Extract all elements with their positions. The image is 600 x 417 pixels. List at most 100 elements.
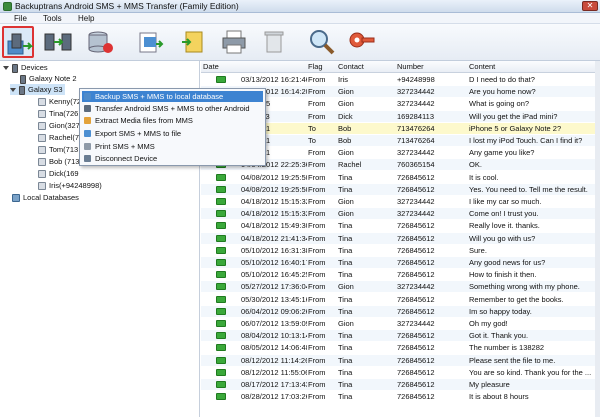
table-row[interactable]: 05/27/2012 17:36:04 From Gion 327234442 Some… [201, 281, 600, 293]
tree-local-databases[interactable]: Local Databases [12, 192, 79, 203]
cell-number: 726845612 [397, 270, 435, 280]
cell-contact: Tina [338, 367, 353, 377]
cell-flag: From [308, 343, 326, 353]
table-row[interactable]: 08/05/2012 14:06:48 From Tina 726845612 The … [201, 342, 600, 353]
cell-number: 726845612 [397, 184, 435, 194]
settings-button[interactable] [346, 26, 378, 58]
table-row[interactable]: 05/10/2012 16:45:25 From Tina 726845612 How … [201, 269, 600, 280]
tree-contact[interactable]: Bob (713 [38, 156, 79, 167]
transfer-icon [84, 105, 91, 112]
database-button[interactable] [84, 26, 116, 58]
devices-label: Devices [21, 63, 48, 72]
cell-content: My pleasure [469, 380, 510, 389]
cell-contact: Gion [338, 99, 354, 109]
export-button[interactable] [134, 26, 166, 58]
delete-button[interactable] [258, 26, 290, 58]
table-row[interactable]: 04/18/2012 15:15:32 From Gion 327234442 I li… [201, 196, 600, 207]
table-row[interactable]: 05/30/2012 13:45:16 From Tina 726845612 Reme… [201, 294, 600, 305]
column-date[interactable]: Date [203, 61, 219, 73]
search-button[interactable] [306, 26, 338, 58]
cell-contact: Gion [338, 87, 354, 97]
sms-icon [216, 76, 226, 83]
table-row[interactable]: 08/17/2012 17:13:43 From Tina 726845612 My p… [201, 379, 600, 390]
print-icon [222, 30, 246, 54]
table-row[interactable]: 05/10/2012 16:40:17 From Tina 726845612 Any … [201, 257, 600, 268]
table-row[interactable]: 05/10/2012 16:31:38 From Tina 726845612 Sure… [201, 245, 600, 256]
expand-icon[interactable] [3, 66, 9, 71]
import-button[interactable] [178, 26, 210, 58]
contact-icon [38, 170, 46, 179]
contact-icon [38, 134, 46, 143]
menu-help[interactable]: Help [78, 13, 94, 24]
table-row[interactable]: 08/28/2012 17:03:26 From Tina 726845612 It i… [201, 391, 600, 402]
cell-flag: From [308, 367, 326, 377]
cell-content: I like my car so much. [469, 197, 542, 206]
cell-contact: Tina [338, 294, 353, 304]
tree-contact[interactable]: Kenny(72 [38, 96, 81, 107]
cell-contact: Rachel [338, 160, 362, 170]
tree-contact[interactable]: Gion(327 [38, 120, 80, 131]
menu-export-to-file[interactable]: Export SMS + MMS to file [82, 128, 263, 139]
column-number[interactable]: Number [397, 61, 424, 73]
menu-label: Disconnect Device [95, 154, 158, 163]
menu-file[interactable]: File [14, 13, 27, 24]
menu-transfer-to-android[interactable]: Transfer Android SMS + MMS to other Andr… [82, 103, 263, 114]
tree-device-galaxy-note-2[interactable]: Galaxy Note 2 [20, 73, 77, 84]
close-button[interactable]: ✕ [582, 1, 598, 11]
menu-disconnect[interactable]: Disconnect Device [82, 153, 263, 164]
table-row[interactable]: 08/12/2012 11:14:26 From Tina 726845612 Plea… [201, 354, 600, 366]
cell-number: 327234442 [397, 99, 435, 109]
contact-label: Tom(713 [49, 145, 79, 154]
table-row[interactable]: 08/12/2012 11:55:06 From Tina 726845612 You … [201, 367, 600, 378]
sms-icon [216, 246, 226, 254]
scrollbar[interactable] [595, 61, 600, 417]
context-menu: Backup SMS + MMS to local database Trans… [79, 88, 266, 166]
cell-date: 08/12/2012 11:55:06 [241, 367, 307, 377]
table-row[interactable]: 04/18/2012 21:41:34 From Tina 726845612 Will… [201, 232, 600, 244]
column-flag[interactable]: Flag [308, 61, 323, 73]
contact-icon [38, 146, 46, 155]
cell-number: 713476264 [397, 123, 435, 133]
tree-contact[interactable]: Rachel(7 [38, 132, 79, 143]
table-row[interactable]: 04/18/2012 15:49:30 From Tina 726845612 Real… [201, 220, 600, 231]
cell-date: 04/08/2012 19:25:50 [241, 172, 307, 182]
cell-date: 08/12/2012 11:14:26 [241, 355, 307, 365]
menu-tools[interactable]: Tools [43, 13, 62, 24]
table-row[interactable]: 04/08/2012 19:25:50 From Tina 726845612 It i… [201, 172, 600, 183]
cell-content: Will you go with us? [469, 233, 536, 243]
tree-contact[interactable]: Tina(726 [38, 108, 78, 119]
table-row[interactable]: 04/08/2012 19:25:50 From Tina 726845612 Yes.… [201, 183, 600, 195]
backup-phone-button[interactable] [2, 26, 34, 58]
tree-contact[interactable]: Tom(713 [38, 144, 78, 155]
tree-contact[interactable]: Iris(+94248998) [38, 180, 102, 191]
table-row[interactable]: 03/13/2012 16:21:46 From Iris +94248998 D I … [201, 74, 600, 85]
table-row[interactable]: 06/07/2012 13:59:09 From Gion 327234442 Oh m… [201, 318, 600, 329]
cell-flag: From [308, 172, 326, 182]
table-row[interactable]: 08/04/2012 10:13:14 From Tina 726845612 Got … [201, 330, 600, 342]
cell-number: 726845612 [397, 367, 435, 377]
cell-content: Are you home now? [469, 87, 536, 97]
tree-device-galaxy-s3[interactable]: Galaxy S3 [10, 84, 65, 95]
contact-icon [38, 122, 46, 131]
column-content[interactable]: Content [469, 61, 495, 73]
cell-flag: From [308, 258, 326, 267]
table-row[interactable]: 04/18/2012 15:15:32 From Gion 327234442 Come… [201, 208, 600, 220]
print-button[interactable] [218, 26, 250, 58]
menu-extract-media[interactable]: Extract Media files from MMS [82, 115, 263, 126]
transfer-button[interactable] [42, 26, 74, 58]
cell-contact: Bob [338, 136, 352, 145]
tree-devices[interactable]: Devices [3, 62, 48, 73]
cell-contact: Tina [338, 392, 353, 402]
cell-content: iPhone 5 or Galaxy Note 2? [469, 123, 562, 133]
column-contact[interactable]: Contact [338, 61, 364, 73]
menu-print[interactable]: Print SMS + MMS [82, 141, 263, 152]
cell-number: 327234442 [397, 148, 435, 158]
cell-flag: From [308, 233, 326, 243]
expand-icon[interactable] [10, 88, 16, 93]
cell-contact: Gion [338, 148, 354, 158]
table-row[interactable]: 06/04/2012 09:06:26 From Tina 726845612 Im s… [201, 305, 600, 317]
menu-backup-to-database[interactable]: Backup SMS + MMS to local database [82, 91, 263, 102]
tree-contact[interactable]: Dick(169 [38, 168, 79, 179]
sms-icon [216, 368, 226, 376]
menu-bar: File Tools Help [0, 13, 600, 24]
